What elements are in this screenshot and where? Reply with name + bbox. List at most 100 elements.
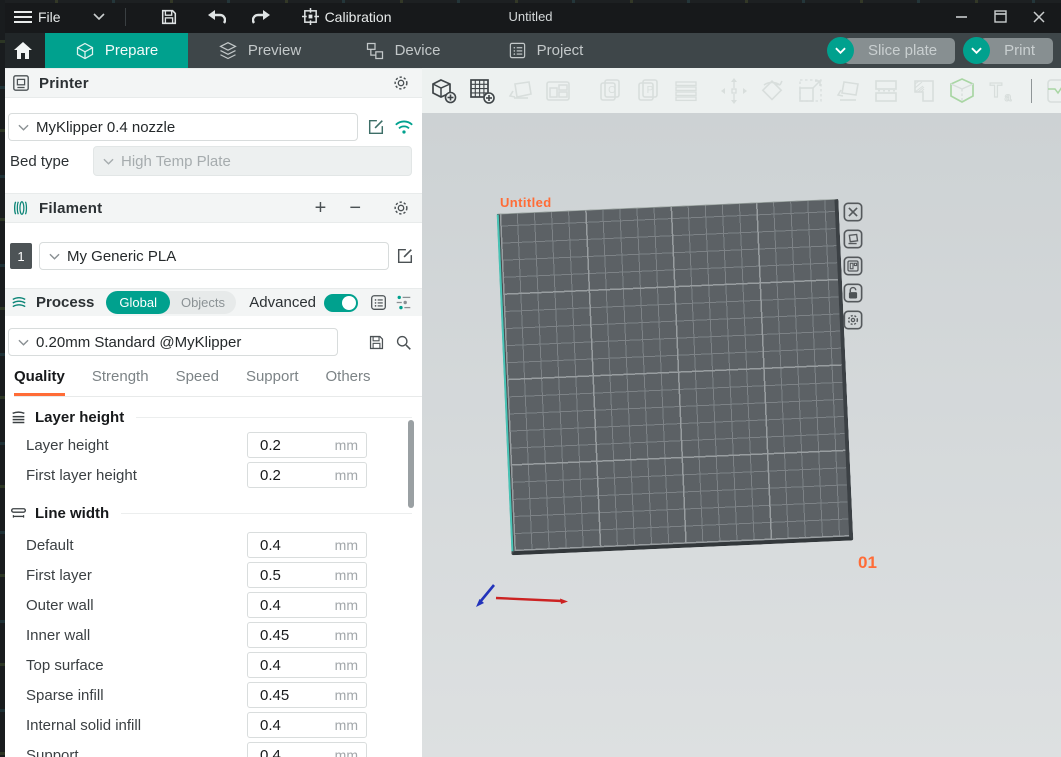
hamburger-icon — [14, 10, 32, 24]
delete-plate-icon[interactable] — [843, 202, 863, 222]
save-preset-icon[interactable] — [368, 334, 385, 351]
variable-layer-height-icon[interactable] — [947, 76, 977, 106]
add-filament-button[interactable]: + — [315, 198, 327, 218]
tab-strength[interactable]: Strength — [92, 368, 149, 396]
file-menu[interactable]: File — [10, 4, 65, 30]
device-icon — [365, 41, 385, 61]
printer-preset-select[interactable]: MyKlipper 0.4 nozzle — [8, 113, 358, 141]
outer-wall-line-width-input[interactable]: 0.4mm — [247, 592, 367, 618]
rotate-tool-icon[interactable] — [757, 76, 787, 106]
bed-type-select[interactable]: High Temp Plate — [93, 146, 412, 176]
layer-height-input[interactable]: 0.2mm — [247, 432, 367, 458]
layer-height-section-header: Layer height — [10, 404, 412, 430]
print-options-dropdown[interactable] — [963, 37, 990, 64]
build-scene[interactable]: Untitled 01 — [422, 113, 1061, 757]
default-line-width-input[interactable]: 0.4mm — [247, 532, 367, 558]
advanced-toggle[interactable] — [324, 294, 358, 312]
process-section-title: Process — [36, 294, 94, 311]
scope-objects-option[interactable]: Objects — [170, 295, 236, 310]
save-button[interactable] — [156, 4, 182, 30]
param-label: Default — [26, 537, 247, 554]
tab-device[interactable]: Device — [331, 33, 474, 68]
arrange-plate-icon[interactable] — [843, 229, 863, 249]
layers-list-icon[interactable] — [671, 76, 701, 106]
param-label: Top surface — [26, 657, 247, 674]
split-to-objects-icon[interactable] — [871, 76, 901, 106]
tab-others[interactable]: Others — [326, 368, 371, 396]
file-menu-expand[interactable] — [89, 4, 109, 30]
redo-button[interactable] — [248, 4, 276, 30]
line-width-icon — [10, 506, 27, 520]
process-preset-select[interactable]: 0.20mm Standard @MyKlipper — [8, 328, 338, 356]
tab-quality[interactable]: Quality — [14, 368, 65, 396]
plate-layout-icon[interactable] — [843, 256, 863, 276]
preview-layers-icon — [218, 41, 238, 61]
project-icon — [508, 41, 527, 60]
maximize-button[interactable] — [994, 10, 1007, 23]
svg-text:P: P — [647, 85, 654, 96]
tab-speed[interactable]: Speed — [176, 368, 219, 396]
compare-presets-icon[interactable] — [395, 294, 412, 311]
plate-name-label: Untitled — [500, 195, 552, 210]
internal-solid-infill-line-width-input[interactable]: 0.4mm — [247, 712, 367, 738]
build-plate[interactable] — [497, 199, 854, 556]
close-button[interactable] — [1033, 11, 1045, 23]
plate-settings-gear-icon[interactable] — [843, 310, 863, 330]
tab-prepare[interactable]: Prepare — [45, 33, 188, 68]
calibration-icon — [302, 8, 319, 25]
add-plate-icon[interactable] — [467, 76, 497, 106]
assembly-view-icon[interactable] — [1044, 76, 1061, 106]
redo-icon — [252, 9, 272, 25]
support-line-width-input[interactable]: 0.4mm — [247, 742, 367, 757]
tab-device-label: Device — [395, 42, 441, 59]
tab-project[interactable]: Project — [474, 33, 617, 68]
prepare-cube-icon — [75, 41, 95, 61]
layer-height-section-title: Layer height — [35, 409, 124, 426]
auto-orient-icon[interactable] — [505, 76, 535, 106]
application-window: File Calibration Untitled — [0, 0, 1061, 757]
printer-preset-value: MyKlipper 0.4 nozzle — [36, 119, 175, 136]
print-button[interactable]: Print — [963, 37, 1053, 64]
scope-global-option[interactable]: Global — [106, 291, 170, 314]
chevron-down-icon — [971, 47, 982, 54]
move-tool-icon[interactable] — [719, 76, 749, 106]
place-on-face-icon[interactable] — [833, 76, 863, 106]
printer-settings-gear-icon[interactable] — [392, 74, 410, 92]
sparse-infill-line-width-input[interactable]: 0.45mm — [247, 682, 367, 708]
filament-preset-select[interactable]: My Generic PLA — [39, 242, 389, 270]
text-tool-icon[interactable]: Ta — [985, 76, 1015, 106]
minimize-button[interactable] — [956, 11, 968, 23]
tab-preview-label: Preview — [248, 42, 301, 59]
sidebar-scrollbar[interactable] — [408, 420, 414, 508]
process-layers-icon — [10, 295, 28, 311]
axes-gizmo — [474, 571, 594, 615]
edit-filament-icon[interactable] — [396, 247, 414, 265]
import-objects-icon[interactable]: O — [595, 76, 625, 106]
add-object-icon[interactable] — [429, 76, 459, 106]
calibration-button[interactable]: Calibration — [298, 4, 396, 30]
bed-type-value: High Temp Plate — [121, 153, 231, 170]
filament-settings-gear-icon[interactable] — [392, 199, 410, 217]
import-plate-icon[interactable]: P — [633, 76, 663, 106]
tab-preview[interactable]: Preview — [188, 33, 331, 68]
first-layer-line-width-input[interactable]: 0.5mm — [247, 562, 367, 588]
first-layer-height-input[interactable]: 0.2mm — [247, 462, 367, 488]
search-icon[interactable] — [395, 334, 412, 351]
slice-options-dropdown[interactable] — [827, 37, 854, 64]
wifi-connection-icon[interactable] — [394, 119, 414, 135]
top-surface-line-width-input[interactable]: 0.4mm — [247, 652, 367, 678]
edit-printer-icon[interactable] — [367, 118, 385, 136]
remove-filament-button[interactable]: − — [349, 198, 361, 218]
arrange-icon[interactable] — [543, 76, 573, 106]
scale-tool-icon[interactable] — [795, 76, 825, 106]
slice-plate-button[interactable]: Slice plate — [827, 37, 955, 64]
undo-button[interactable] — [202, 4, 230, 30]
home-button[interactable] — [0, 33, 45, 68]
tab-support[interactable]: Support — [246, 368, 299, 396]
parameter-list-icon[interactable] — [370, 294, 387, 311]
split-to-parts-icon[interactable] — [909, 76, 939, 106]
lock-plate-icon[interactable] — [843, 283, 863, 303]
chevron-down-icon — [93, 13, 105, 20]
filament-slot-badge[interactable]: 1 — [10, 243, 32, 269]
inner-wall-line-width-input[interactable]: 0.45mm — [247, 622, 367, 648]
